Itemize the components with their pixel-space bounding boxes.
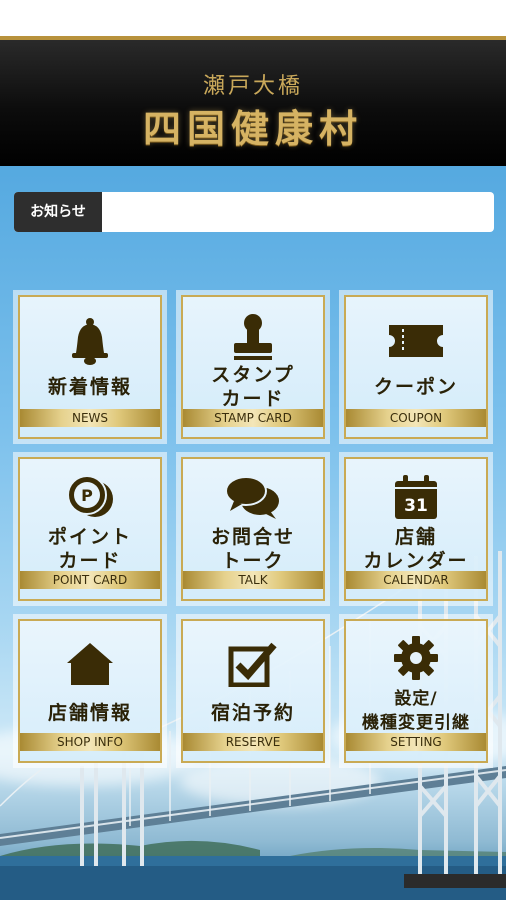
tile-en-label: STAMP CARD bbox=[183, 409, 323, 427]
notice-text bbox=[114, 192, 486, 232]
tile-title: 宿泊予約 bbox=[210, 702, 295, 724]
coupon-button[interactable]: クーポン COUPON bbox=[339, 290, 493, 444]
tile-en-label: CALENDAR bbox=[346, 571, 486, 589]
tile-title-line2: トーク bbox=[221, 550, 285, 572]
tile-title-line2: カード bbox=[221, 388, 285, 410]
header-title: 四国健康村 bbox=[142, 106, 363, 151]
tile-title-line1: お問合せ bbox=[210, 526, 295, 548]
ticket-icon bbox=[389, 325, 443, 357]
checkbox-icon bbox=[228, 642, 277, 687]
status-bar bbox=[0, 0, 506, 36]
tile-title: 店舗情報 bbox=[47, 702, 132, 724]
calendar-button[interactable]: 31 店舗 カレンダー CALENDAR bbox=[339, 452, 493, 606]
notice-bar[interactable]: お知らせ bbox=[14, 192, 494, 232]
setting-button[interactable]: 設定/ 機種変更引継 SETTING bbox=[339, 614, 493, 768]
notice-label: お知らせ bbox=[14, 192, 102, 232]
tile-title-line1: ポイント bbox=[47, 526, 132, 548]
coin-symbol: P bbox=[81, 486, 93, 505]
point-card-button[interactable]: P ポイント カード POINT CARD bbox=[13, 452, 167, 606]
header-subtitle: 瀬戸大橋 bbox=[202, 74, 303, 99]
talk-button[interactable]: お問合せ トーク TALK bbox=[176, 452, 330, 606]
bell-icon bbox=[72, 318, 108, 365]
stamp-card-button[interactable]: スタンプ カード STAMP CARD bbox=[176, 290, 330, 444]
reserve-button[interactable]: 宿泊予約 RESERVE bbox=[176, 614, 330, 768]
chat-bubbles-icon bbox=[225, 476, 279, 519]
coin-icon: P bbox=[67, 475, 113, 517]
tile-title-line2: 機種変更引継 bbox=[362, 713, 470, 733]
tile-en-label: RESERVE bbox=[183, 733, 323, 751]
tile-title-line1: 店舗 bbox=[394, 526, 437, 548]
tile-title-line2: カード bbox=[58, 550, 122, 572]
tile-title-line2: カレンダー bbox=[363, 550, 469, 572]
house-icon bbox=[67, 643, 113, 685]
tile-en-label: POINT CARD bbox=[20, 571, 160, 589]
tile-en-label: NEWS bbox=[20, 409, 160, 427]
gear-icon bbox=[394, 636, 438, 680]
calendar-day: 31 bbox=[404, 496, 428, 516]
tile-en-label: SETTING bbox=[346, 733, 486, 751]
tile-title: 新着情報 bbox=[47, 376, 132, 398]
tile-en-label: SHOP INFO bbox=[20, 733, 160, 751]
tile-en-label: TALK bbox=[183, 571, 323, 589]
tile-en-label: COUPON bbox=[346, 409, 486, 427]
app-header: 瀬戸大橋 四国健康村 bbox=[0, 36, 506, 166]
tile-title-line1: スタンプ bbox=[211, 364, 295, 386]
shop-info-button[interactable]: 店舗情報 SHOP INFO bbox=[13, 614, 167, 768]
calendar-icon: 31 bbox=[395, 475, 437, 519]
tile-title: クーポン bbox=[373, 376, 458, 398]
tile-title-line1: 設定/ bbox=[394, 689, 438, 709]
stamp-icon bbox=[234, 314, 272, 360]
news-button[interactable]: 新着情報 NEWS bbox=[13, 290, 167, 444]
